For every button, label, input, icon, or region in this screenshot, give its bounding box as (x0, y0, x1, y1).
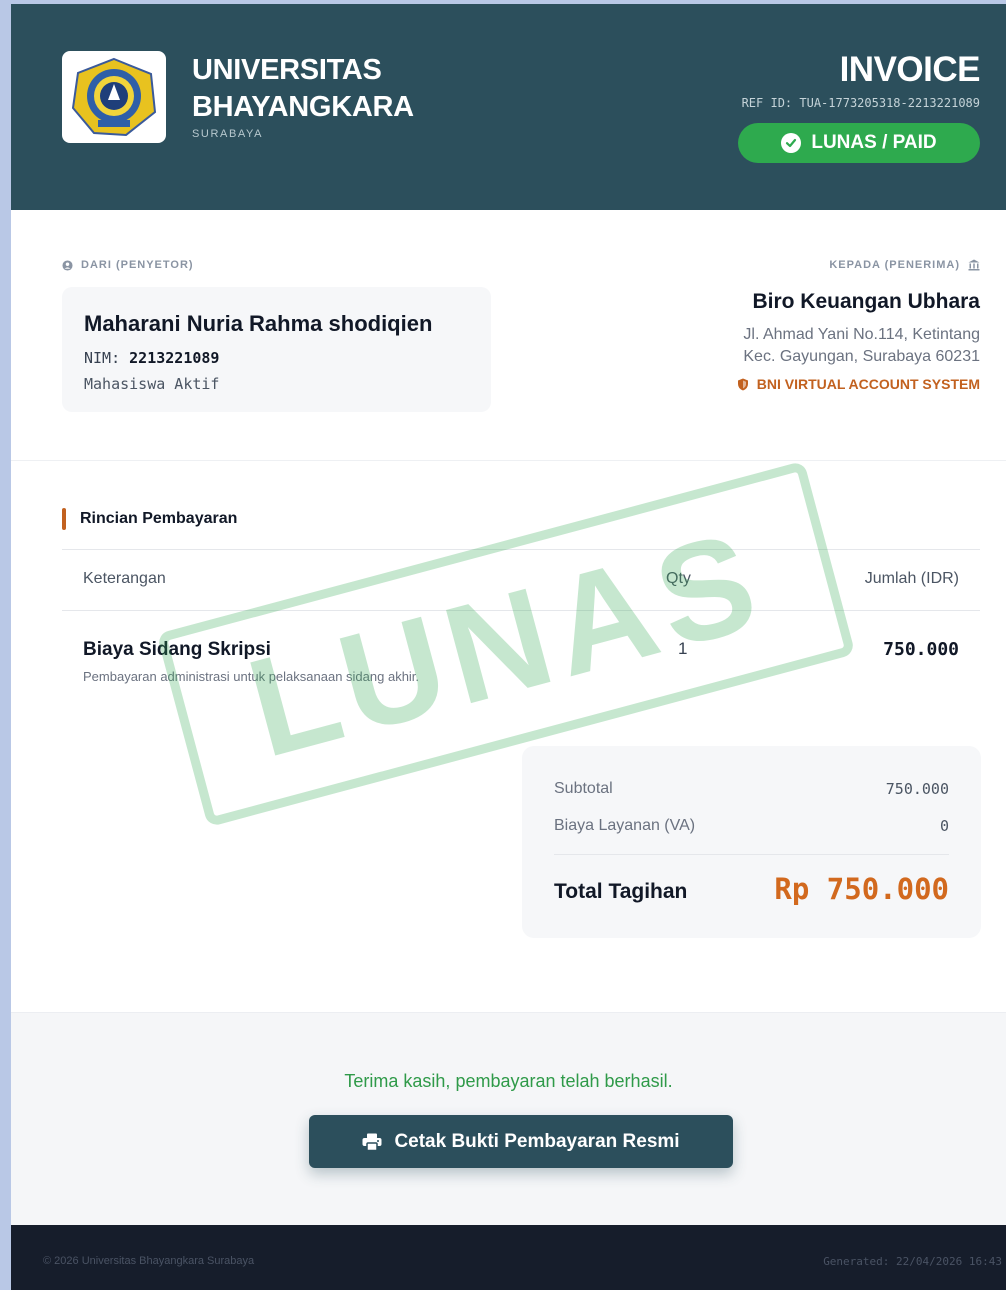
details-section-title-text: Rincian Pembayaran (80, 510, 238, 527)
totals-divider (554, 854, 949, 855)
payer-nim-label: NIM: (84, 349, 121, 367)
recipient-address: Jl. Ahmad Yani No.114, Ketintang Kec. Ga… (737, 324, 980, 368)
details-table-header: Keterangan Qty Jumlah (IDR) (62, 549, 980, 611)
bank-icon (968, 259, 980, 271)
document-title: INVOICE (839, 50, 981, 89)
service-fee-row: Biaya Layanan (VA) 0 (554, 817, 949, 835)
column-header-qty: Qty (666, 570, 691, 587)
section-divider (11, 460, 1006, 461)
university-logo (62, 51, 166, 143)
university-name-line2: BHAYANGKARA (192, 91, 414, 123)
payer-nim-value: 2213221089 (129, 349, 220, 367)
service-fee-label: Biaya Layanan (VA) (554, 817, 696, 834)
total-value: Rp 750.000 (774, 872, 949, 906)
details-section-title: Rincian Pembayaran (62, 508, 237, 530)
status-badge: LUNAS / PAID (738, 123, 980, 163)
payment-system: BNI VIRTUAL ACCOUNT SYSTEM (737, 376, 980, 392)
item-name: Biaya Sidang Skripsi (83, 639, 271, 660)
subtotal-row: Subtotal 750.000 (554, 780, 949, 798)
service-fee-value: 0 (939, 817, 949, 835)
user-icon (62, 259, 73, 271)
subtotal-label: Subtotal (554, 780, 613, 797)
payer-status: Mahasiswa Aktif (84, 375, 220, 393)
university-name: UNIVERSITAS BHAYANGKARA (192, 52, 414, 126)
shield-icon (737, 378, 748, 390)
total-label: Total Tagihan (554, 880, 688, 903)
table-row: Biaya Sidang Skripsi Pembayaran administ… (62, 634, 980, 694)
reference-id: REF ID: TUA-1773205318-2213221089 (741, 96, 980, 110)
item-description: Pembayaran administrasi untuk pelaksanaa… (83, 669, 420, 684)
payment-system-label: BNI VIRTUAL ACCOUNT SYSTEM (756, 376, 980, 392)
payer-name: Maharani Nuria Rahma shodiqien (84, 311, 433, 336)
page-footer: © 2026 Universitas Bhayangkara Surabaya … (11, 1225, 1006, 1290)
invoice-header: UNIVERSITAS BHAYANGKARA SURABAYA INVOICE… (11, 4, 1006, 210)
success-message: Terima kasih, pembayaran telah berhasil. (344, 1071, 673, 1091)
payer-nim: NIM: 2213221089 (84, 349, 469, 367)
totals-card: Subtotal 750.000 Biaya Layanan (VA) 0 To… (522, 746, 981, 938)
recipient-address-line2: Kec. Gayungan, Surabaya 60231 (743, 348, 980, 365)
copyright-text: © 2026 Universitas Bhayangkara Surabaya (43, 1255, 255, 1267)
to-label: KEPADA (PENERIMA) (829, 259, 980, 271)
total-row: Total Tagihan Rp 750.000 (554, 872, 949, 912)
recipient-name: Biro Keuangan Ubhara (752, 290, 980, 313)
university-name-line1: UNIVERSITAS (192, 54, 382, 86)
university-emblem-icon (71, 57, 157, 137)
section-accent-bar (62, 508, 66, 530)
payer-card: Maharani Nuria Rahma shodiqien NIM: 2213… (62, 287, 491, 412)
from-label-text: DARI (PENYETOR) (81, 259, 194, 271)
university-city: SURABAYA (192, 128, 264, 140)
print-receipt-button-label: Cetak Bukti Pembayaran Resmi (394, 1130, 680, 1152)
status-badge-label: LUNAS / PAID (811, 132, 937, 153)
column-header-amount: Jumlah (IDR) (864, 570, 959, 587)
check-circle-icon (781, 133, 802, 153)
print-receipt-button[interactable]: Cetak Bukti Pembayaran Resmi (309, 1115, 733, 1168)
generated-timestamp: Generated: 22/04/2026 16:43 (823, 1255, 1002, 1268)
column-header-description: Keterangan (83, 570, 166, 587)
subtotal-value: 750.000 (885, 780, 949, 798)
printer-icon (362, 1133, 382, 1151)
from-label: DARI (PENYETOR) (62, 259, 194, 271)
item-qty: 1 (678, 639, 688, 658)
recipient-block: Biro Keuangan Ubhara Jl. Ahmad Yani No.1… (737, 290, 980, 392)
item-amount: 750.000 (883, 639, 959, 660)
recipient-address-line1: Jl. Ahmad Yani No.114, Ketintang (743, 326, 980, 343)
to-label-text: KEPADA (PENERIMA) (829, 259, 960, 271)
invoice-sheet: UNIVERSITAS BHAYANGKARA SURABAYA INVOICE… (11, 4, 1006, 1290)
